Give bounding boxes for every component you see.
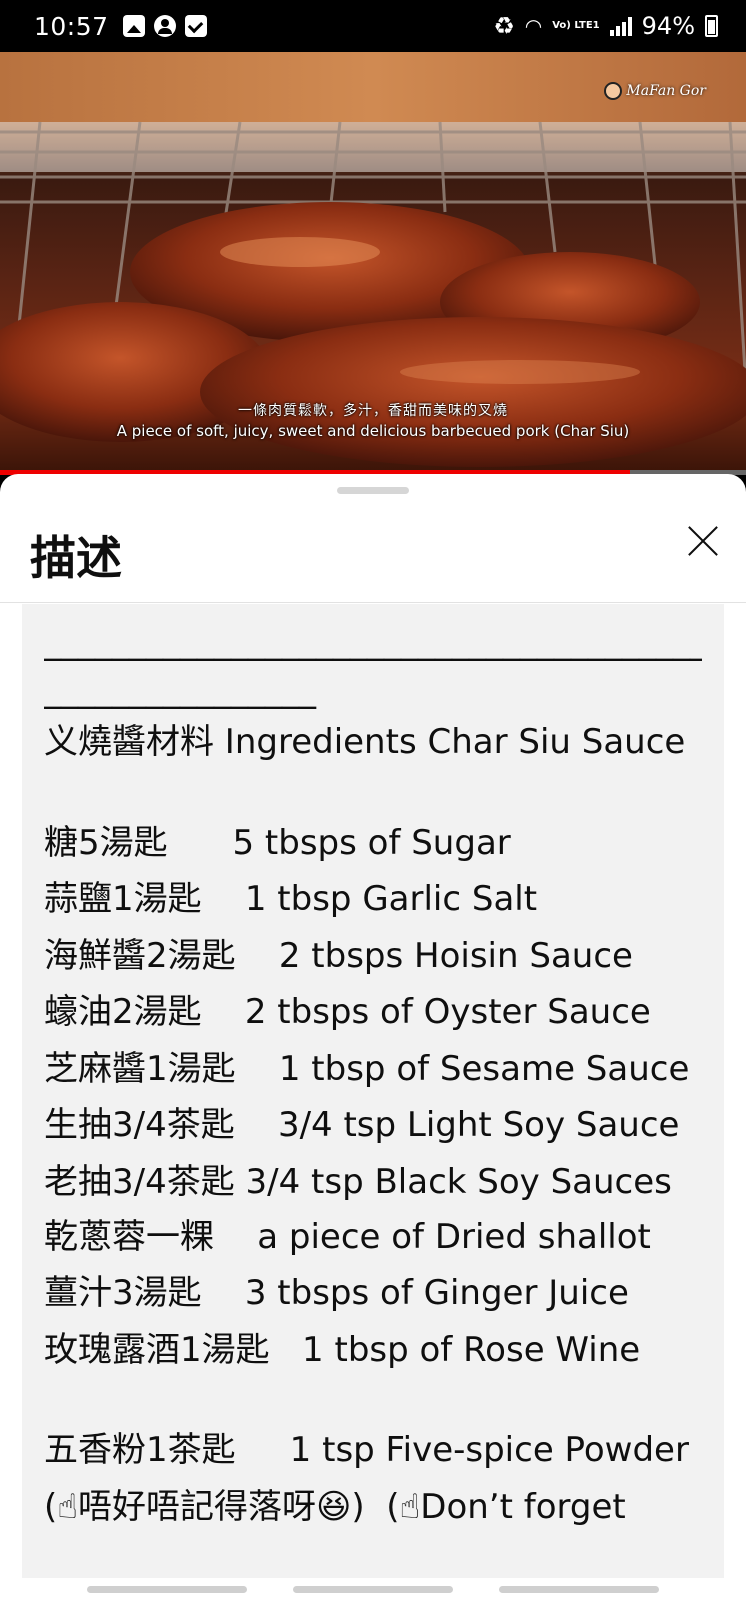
ingredient-note: (☝唔好唔記得落呀😆) (☝Don’t forget (44, 1486, 626, 1527)
ingredients-heading: 义燒醬材料 Ingredients Char Siu Sauce (44, 722, 686, 762)
ingredient-line: 老抽3/4茶匙 3/4 tsp Black Soy Sauces (44, 1161, 672, 1202)
recycle-icon: ♻ (493, 12, 515, 40)
signal-icon (609, 16, 632, 36)
watermark-logo-icon (604, 82, 623, 100)
watermark-text: MaFan Gor (626, 83, 706, 99)
status-time: 10:57 (34, 11, 109, 41)
ingredient-line: 蠔油2湯匙 2 tbsps of Oyster Sauce (44, 992, 651, 1032)
sheet-title: 描述 (30, 531, 122, 585)
ingredient-line: 乾蔥蓉一粿 a piece of Dried shallot (44, 1216, 651, 1257)
video-player[interactable]: MaFan Gor 一條肉質鬆軟，多汁，香甜而美味的叉燒 A piece of … (0, 52, 746, 472)
description-sheet: 描述 _____________________________________… (0, 474, 746, 1600)
gesture-navigation-bar (0, 1578, 746, 1600)
nav-pill (87, 1585, 247, 1593)
ingredient-line: 玫瑰露酒1湯匙 1 tbsp of Rose Wine (44, 1329, 641, 1370)
divider (0, 602, 746, 603)
separator-line: ________________________________________ (44, 622, 702, 662)
ingredient-line: 芝麻醬1湯匙 1 tbsp of Sesame Sauce (44, 1048, 690, 1089)
notification-icons (122, 15, 207, 37)
checkbox-icon (184, 15, 207, 37)
subtitle-chinese: 一條肉質鬆軟，多汁，香甜而美味的叉燒 (238, 403, 508, 419)
account-icon (153, 15, 176, 37)
ingredient-line: 生抽3/4茶匙 3/4 tsp Light Soy Sauce (44, 1105, 680, 1145)
separator-line: ________________ (44, 670, 316, 710)
ingredient-line: 海鮮醬2湯匙 2 tbsps Hoisin Sauce (44, 935, 633, 976)
ingredient-line: 蒜鹽1湯匙 1 tbsp Garlic Salt (44, 879, 538, 919)
nav-pill (499, 1585, 659, 1593)
ingredient-line: 薑汁3湯匙 3 tbsps of Ginger Juice (44, 1273, 629, 1313)
ingredient-line: 糖5湯匙 5 tbsps of Sugar (44, 822, 511, 863)
status-bar: 10:57 ♻ ◠ Vo) LTE1 94% (0, 0, 746, 52)
ingredient-line: 五香粉1茶匙 1 tsp Five-spice Powder (44, 1430, 689, 1470)
lte-indicator: Vo) LTE1 (552, 20, 600, 31)
battery-icon (705, 15, 718, 37)
drag-handle[interactable] (337, 487, 409, 494)
close-button[interactable] (680, 518, 726, 564)
nav-pill[interactable] (293, 1585, 453, 1593)
gallery-icon (122, 15, 145, 37)
wifi-icon: ◠ (524, 14, 543, 38)
subtitle-english: A piece of soft, juicy, sweet and delici… (116, 422, 630, 440)
battery-percent: 94% (641, 12, 695, 40)
description-body[interactable]: ________________________________________… (22, 604, 724, 1600)
system-icons: ♻ ◠ Vo) LTE1 94% (493, 12, 718, 40)
channel-watermark: MaFan Gor (604, 82, 706, 100)
